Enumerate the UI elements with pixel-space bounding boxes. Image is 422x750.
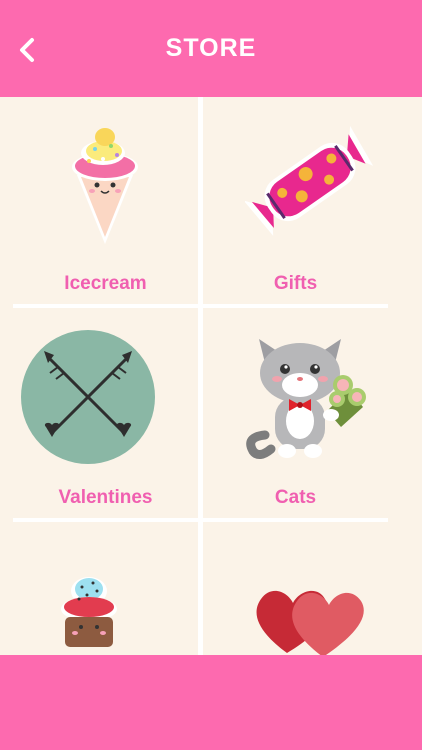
store-item-cats[interactable]: Cats <box>203 311 388 518</box>
cat-icon <box>246 339 366 459</box>
grid-divider-horizontal <box>13 304 388 308</box>
footer-bar <box>0 655 422 750</box>
store-item-label: Icecream <box>64 273 147 294</box>
store-item-valentines[interactable]: Valentines <box>13 311 198 518</box>
store-item-label: Gifts <box>273 273 318 294</box>
icecream-icon <box>72 128 138 244</box>
page-title: STORE <box>165 34 257 62</box>
store-item-label: Valentines <box>58 487 153 508</box>
header-bar: STORE <box>0 0 422 97</box>
hearts-icon <box>256 590 364 655</box>
grid-divider-vertical <box>198 97 203 655</box>
grid-divider-horizontal <box>13 518 388 522</box>
store-item-hearts[interactable] <box>203 525 388 655</box>
store-item-label: Cats <box>274 487 317 508</box>
store-item-cupcake[interactable] <box>13 525 198 655</box>
store-item-icecream[interactable]: Icecream <box>13 97 198 304</box>
cupcake-icon <box>61 577 117 647</box>
store-item-gifts[interactable]: Gifts <box>203 97 388 304</box>
candy-icon <box>245 125 374 236</box>
crossed-arrows-icon <box>21 330 155 464</box>
store-grid: Icecream Gifts Valentines Cats <box>0 97 422 655</box>
